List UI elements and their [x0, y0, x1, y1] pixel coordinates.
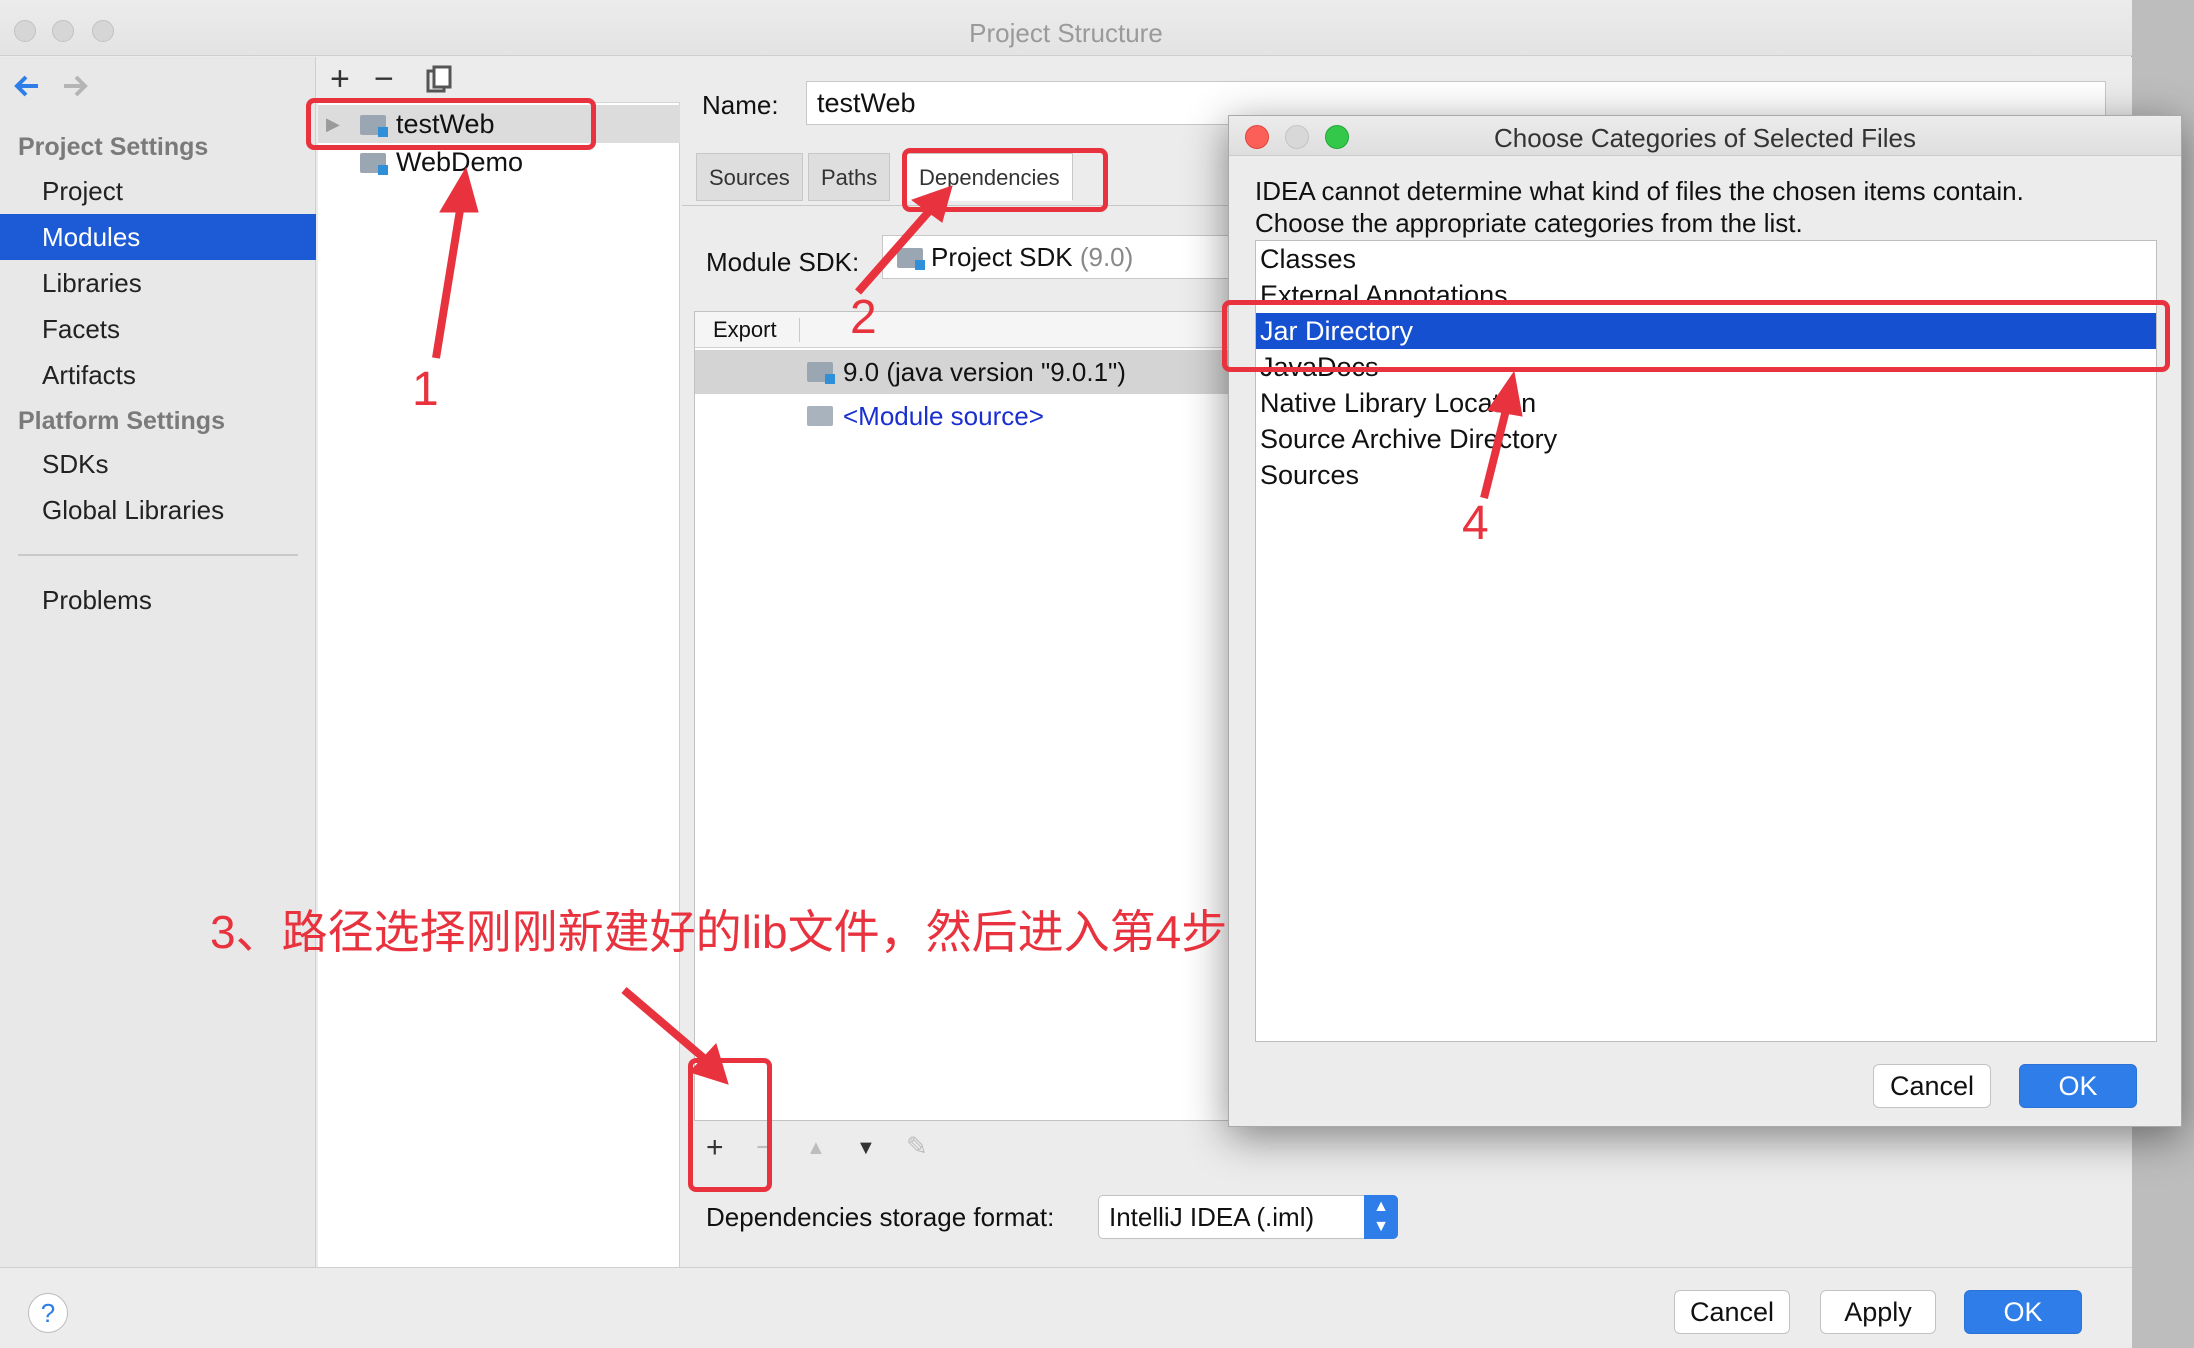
storage-format-label: Dependencies storage format:: [706, 1202, 1055, 1232]
dependency-label: <Module source>: [843, 401, 1044, 431]
annotation-box-testweb: [306, 98, 596, 150]
dialog-message-line1: IDEA cannot determine what kind of files…: [1255, 176, 2024, 206]
jdk-folder-icon: [807, 362, 835, 384]
title-bar: Project Structure: [0, 0, 2132, 56]
nav-item-project[interactable]: Project: [0, 168, 316, 214]
choose-categories-dialog: Choose Categories of Selected Files IDEA…: [1228, 115, 2182, 1127]
dialog-title: Choose Categories of Selected Files: [1493, 123, 1916, 153]
edit-pencil-icon[interactable]: ✎: [906, 1131, 928, 1162]
nav-item-artifacts[interactable]: Artifacts: [0, 352, 316, 398]
forward-arrow-icon[interactable]: [60, 71, 90, 101]
chevron-updown-icon[interactable]: ▲ ▼: [1364, 1195, 1398, 1239]
module-tree-panel: + − ▶ testWeb WebDemo: [318, 57, 680, 1267]
name-label: Name:: [702, 90, 779, 120]
annotation-box-add-button: [688, 1058, 772, 1192]
remove-module-button[interactable]: −: [374, 61, 394, 97]
category-item[interactable]: Sources: [1256, 457, 2156, 493]
sdk-folder-icon: [897, 248, 925, 270]
storage-format-value: IntelliJ IDEA (.iml): [1109, 1202, 1315, 1232]
tab-sources[interactable]: Sources: [696, 153, 803, 201]
settings-navigation: Project Settings Project Modules Librari…: [0, 57, 316, 1267]
annotation-step-3-text: 3、路径选择刚刚新建好的lib文件，然后进入第4步: [210, 906, 1228, 958]
tab-paths[interactable]: Paths: [808, 153, 891, 201]
dialog-title-bar: Choose Categories of Selected Files: [1229, 116, 2181, 156]
annotation-box-dependencies-tab: [902, 148, 1108, 212]
annotation-step-4: 4: [1462, 497, 1489, 550]
nav-item-sdks[interactable]: SDKs: [0, 441, 316, 487]
category-item[interactable]: Native Library Location: [1256, 385, 2156, 421]
back-arrow-icon[interactable]: [12, 71, 42, 101]
annotation-step-2: 2: [850, 291, 877, 344]
dialog-message-line2: Choose the appropriate categories from t…: [1255, 208, 1803, 238]
nav-divider: [18, 554, 298, 556]
nav-item-global-libraries[interactable]: Global Libraries: [0, 487, 316, 533]
category-item[interactable]: Source Archive Directory: [1256, 421, 2156, 457]
dialog-ok-button[interactable]: OK: [2019, 1064, 2137, 1108]
nav-item-modules[interactable]: Modules: [0, 214, 316, 260]
export-column-header[interactable]: Export: [713, 312, 777, 348]
module-sdk-version: (9.0): [1079, 242, 1134, 272]
annotation-step-1: 1: [412, 363, 439, 416]
apply-button[interactable]: Apply: [1820, 1290, 1936, 1334]
module-sdk-label: Module SDK:: [706, 247, 860, 277]
platform-settings-header: Platform Settings: [18, 407, 225, 435]
module-tree-toolbar: + −: [318, 57, 680, 103]
help-button[interactable]: ?: [28, 1293, 68, 1333]
storage-format-dropdown[interactable]: IntelliJ IDEA (.iml) ▲ ▼: [1098, 1195, 1398, 1239]
dependency-label: 9.0 (java version "9.0.1"): [843, 357, 1126, 387]
category-item[interactable]: Classes: [1256, 241, 2156, 277]
cancel-button[interactable]: Cancel: [1674, 1290, 1790, 1334]
nav-item-problems[interactable]: Problems: [0, 577, 316, 623]
dependencies-toolbar: + − ▲ ▼ ✎: [682, 1121, 2097, 1177]
window-title: Project Structure: [969, 18, 1163, 48]
annotation-box-jar-directory: [1222, 300, 2170, 372]
nav-item-libraries[interactable]: Libraries: [0, 260, 316, 306]
dialog-cancel-button[interactable]: Cancel: [1873, 1064, 1991, 1108]
project-settings-header: Project Settings: [18, 133, 209, 161]
column-divider: [799, 318, 800, 342]
nav-item-facets[interactable]: Facets: [0, 306, 316, 352]
bottom-bar: ? Cancel Apply OK: [0, 1267, 2132, 1348]
move-up-icon[interactable]: ▲: [806, 1137, 826, 1160]
module-sdk-value: Project SDK: [931, 242, 1073, 272]
add-module-button[interactable]: +: [330, 61, 350, 97]
module-folder-icon: [360, 153, 388, 175]
ok-button[interactable]: OK: [1964, 1290, 2082, 1334]
source-folder-icon: [807, 406, 833, 426]
move-down-icon[interactable]: ▼: [856, 1137, 876, 1160]
copy-module-icon[interactable]: [426, 65, 452, 95]
